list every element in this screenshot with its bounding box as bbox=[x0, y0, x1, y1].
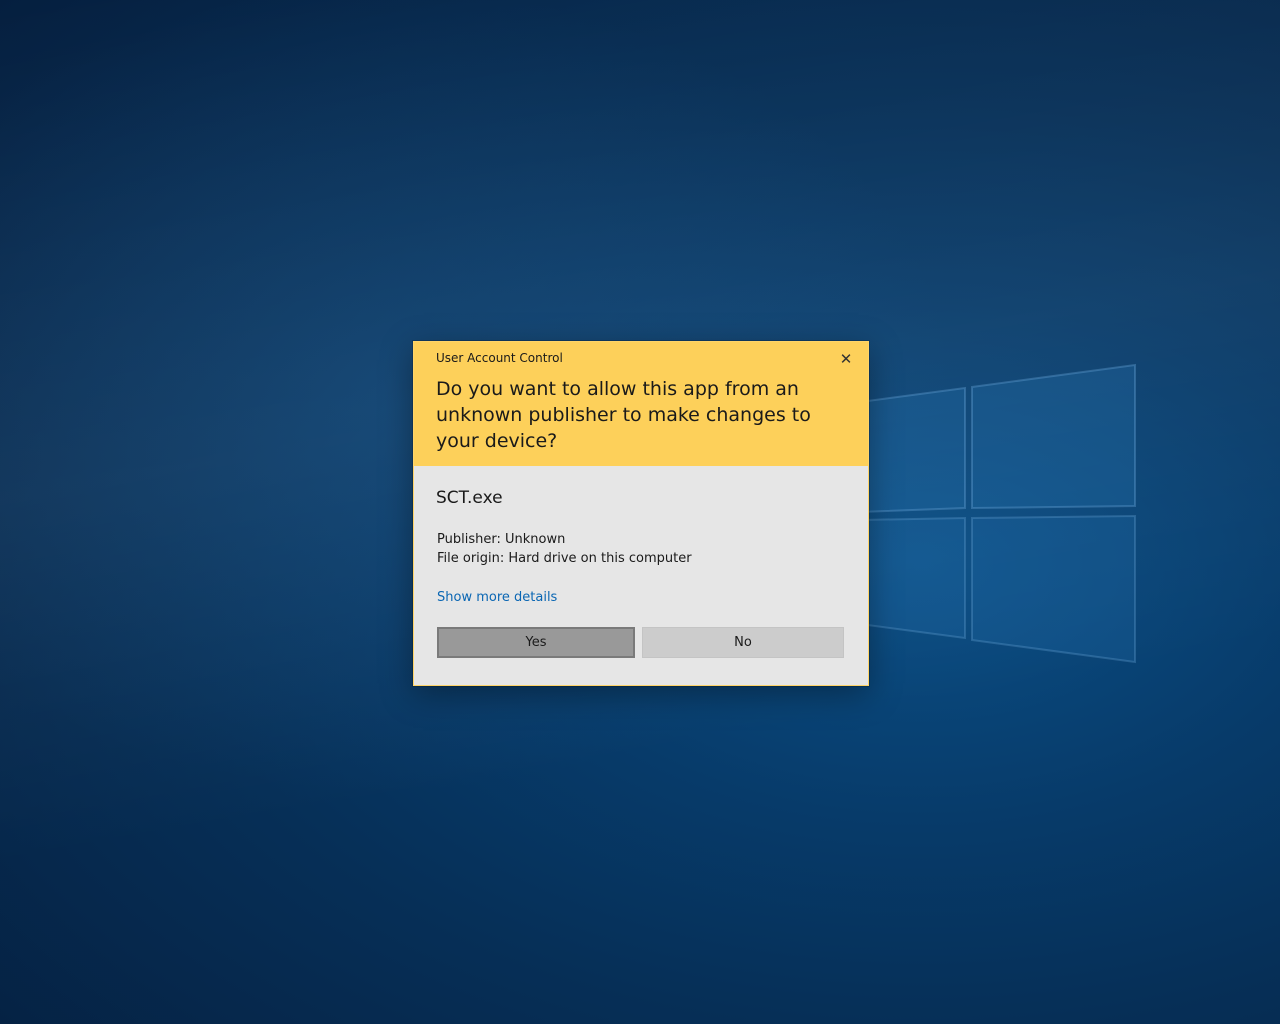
show-more-details-link[interactable]: Show more details bbox=[437, 590, 557, 605]
no-button[interactable]: No bbox=[642, 627, 844, 658]
file-origin-info: File origin: Hard drive on this computer bbox=[437, 551, 692, 566]
app-name: SCT.exe bbox=[436, 488, 503, 508]
dialog-header: User Account Control ✕ Do you want to al… bbox=[414, 342, 868, 466]
dialog-question: Do you want to allow this app from an un… bbox=[436, 378, 811, 452]
close-icon: ✕ bbox=[839, 350, 853, 368]
windows-logo-icon bbox=[860, 363, 1136, 664]
dialog-body: SCT.exe Publisher: Unknown File origin: … bbox=[414, 466, 868, 684]
close-button[interactable]: ✕ bbox=[834, 349, 858, 369]
dialog-title: User Account Control bbox=[436, 351, 563, 365]
uac-dialog: User Account Control ✕ Do you want to al… bbox=[413, 341, 869, 686]
publisher-info: Publisher: Unknown bbox=[437, 532, 566, 547]
yes-button[interactable]: Yes bbox=[437, 627, 635, 658]
